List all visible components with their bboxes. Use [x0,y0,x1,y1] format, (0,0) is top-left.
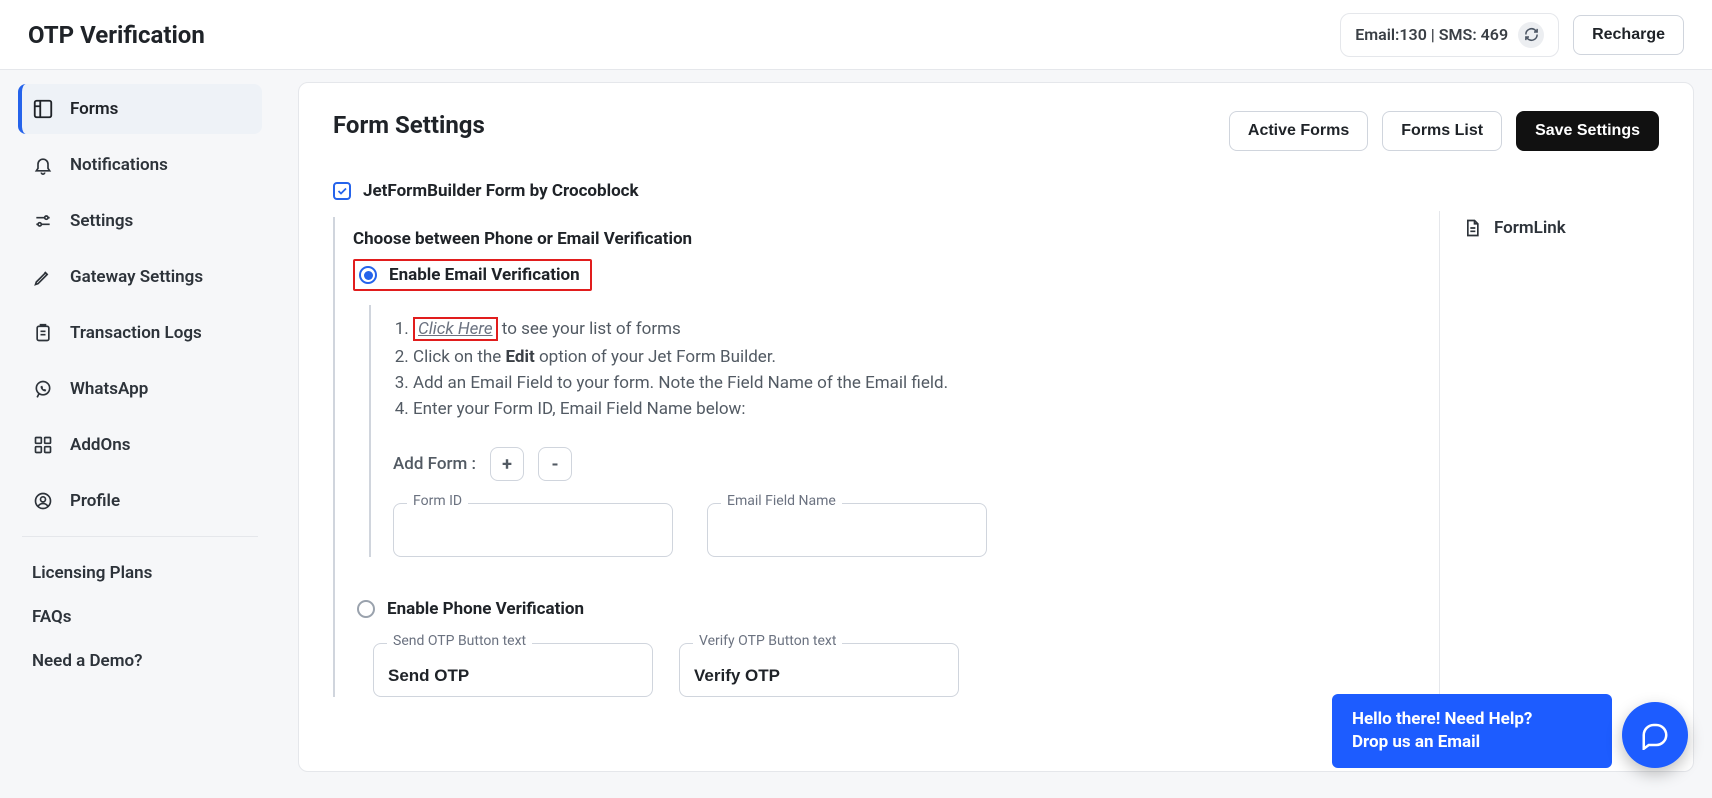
help-line1: Hello there! Need Help? [1352,708,1592,731]
verify-otp-field-wrap: Verify OTP Button text [679,643,959,697]
sidebar-item-label: Gateway Settings [70,267,203,287]
sidebar-item-gateway-settings[interactable]: Gateway Settings [18,252,262,302]
instruction-step-3: Add an Email Field to your form. Note th… [413,373,1415,393]
card-header: Form Settings Active Forms Forms List Sa… [333,111,1659,151]
sidebar-item-settings[interactable]: Settings [18,196,262,246]
grid-icon [32,434,54,456]
sidebar-item-addons[interactable]: AddOns [18,420,262,470]
add-form-minus-button[interactable]: - [538,447,572,481]
right-column: FormLink [1439,211,1659,697]
recharge-button[interactable]: Recharge [1573,15,1684,55]
instruction-step-1: Click Here to see your list of forms [413,317,1415,341]
two-col: Choose between Phone or Email Verificati… [333,211,1659,697]
body-wrap: Forms Notifications Settings Gateway Set… [0,70,1712,798]
step1-rest: to see your list of forms [498,319,681,339]
left-column: Choose between Phone or Email Verificati… [333,217,1415,697]
sidebar-item-profile[interactable]: Profile [18,476,262,526]
verify-otp-input[interactable] [679,643,959,697]
radio-phone[interactable] [357,600,375,618]
sidebar-item-label: Profile [70,491,120,511]
refresh-icon[interactable] [1518,22,1544,48]
sidebar-item-label: Settings [70,211,133,231]
main-area: Form Settings Active Forms Forms List Sa… [280,70,1712,798]
help-chip[interactable]: Hello there! Need Help? Drop us an Email [1332,694,1612,768]
sidebar-item-label: Forms [70,99,118,119]
page-title: OTP Verification [28,21,205,49]
email-field-name-input[interactable] [707,503,987,557]
instructions-list: Click Here to see your list of forms Cli… [393,317,1415,419]
step2-a: Click on the [413,347,506,367]
sidebar-link-faqs[interactable]: FAQs [18,595,262,639]
formlink-label: FormLink [1494,218,1566,238]
email-inner-block: Click Here to see your list of forms Cli… [369,305,1415,557]
settings-card: Form Settings Active Forms Forms List Sa… [298,82,1694,772]
bell-icon [32,154,54,176]
step2-bold: Edit [506,347,535,367]
sidebar-item-transaction-logs[interactable]: Transaction Logs [18,308,262,358]
click-here-link[interactable]: Click Here [413,317,498,341]
instruction-step-4: Enter your Form ID, Email Field Name bel… [413,399,1415,419]
step2-b: option of your Jet Form Builder. [535,347,776,367]
section-title: Form Settings [333,111,485,139]
plugin-checkbox-label: JetFormBuilder Form by Crocoblock [363,181,639,201]
plugin-checkbox-row[interactable]: JetFormBuilder Form by Crocoblock [333,181,1659,201]
formlink-link[interactable]: FormLink [1462,217,1659,239]
send-otp-input[interactable] [373,643,653,697]
radio-phone-row[interactable]: Enable Phone Verification [353,591,1415,627]
edit-icon [32,266,54,288]
user-icon [32,490,54,512]
add-form-line: Add Form : + - [393,447,1415,481]
send-otp-label: Send OTP Button text [387,633,532,649]
plugin-checkbox[interactable] [333,182,351,200]
chat-fab[interactable] [1622,702,1688,768]
sidebar-item-label: Notifications [70,155,168,175]
radio-email-label: Enable Email Verification [389,265,580,285]
help-line2: Drop us an Email [1352,731,1592,754]
choose-heading: Choose between Phone or Email Verificati… [353,229,1415,249]
balance-box: Email:130 | SMS: 469 [1340,13,1559,57]
sidebar-item-whatsapp[interactable]: WhatsApp [18,364,262,414]
field-pair: Form ID Email Field Name [393,503,1415,557]
sidebar-link-licensing[interactable]: Licensing Plans [18,551,262,595]
otp-fields: Send OTP Button text Verify OTP Button t… [373,643,1415,697]
forms-list-button[interactable]: Forms List [1382,111,1502,151]
radio-email[interactable] [359,266,377,284]
whatsapp-icon [32,378,54,400]
sidebar-link-demo[interactable]: Need a Demo? [18,639,262,683]
sidebar: Forms Notifications Settings Gateway Set… [0,70,280,798]
add-form-label: Add Form : [393,454,476,474]
balance-text: Email:130 | SMS: 469 [1355,25,1508,44]
sidebar-item-label: WhatsApp [70,379,148,399]
layout-icon [32,98,54,120]
email-field-label: Email Field Name [721,493,842,509]
active-forms-button[interactable]: Active Forms [1229,111,1368,151]
topbar-right: Email:130 | SMS: 469 Recharge [1340,13,1684,57]
header-actions: Active Forms Forms List Save Settings [1229,111,1659,151]
clipboard-icon [32,322,54,344]
sliders-icon [32,210,54,232]
save-settings-button[interactable]: Save Settings [1516,111,1659,151]
sidebar-item-notifications[interactable]: Notifications [18,140,262,190]
sidebar-divider [22,536,258,537]
chat-icon [1640,720,1670,750]
sidebar-item-label: AddOns [70,435,130,455]
form-id-input[interactable] [393,503,673,557]
instruction-step-2: Click on the Edit option of your Jet For… [413,347,1415,367]
email-field-wrap: Email Field Name [707,503,987,557]
radio-email-row[interactable]: Enable Email Verification [353,259,592,291]
document-icon [1462,217,1482,239]
form-id-label: Form ID [407,493,468,509]
sidebar-item-forms[interactable]: Forms [18,84,262,134]
verify-otp-label: Verify OTP Button text [693,633,842,649]
sidebar-item-label: Transaction Logs [70,323,202,343]
phone-section: Enable Phone Verification Send OTP Butto… [353,591,1415,697]
send-otp-field-wrap: Send OTP Button text [373,643,653,697]
form-id-field-wrap: Form ID [393,503,673,557]
radio-phone-label: Enable Phone Verification [387,599,584,619]
add-form-plus-button[interactable]: + [490,447,524,481]
topbar: OTP Verification Email:130 | SMS: 469 Re… [0,0,1712,70]
